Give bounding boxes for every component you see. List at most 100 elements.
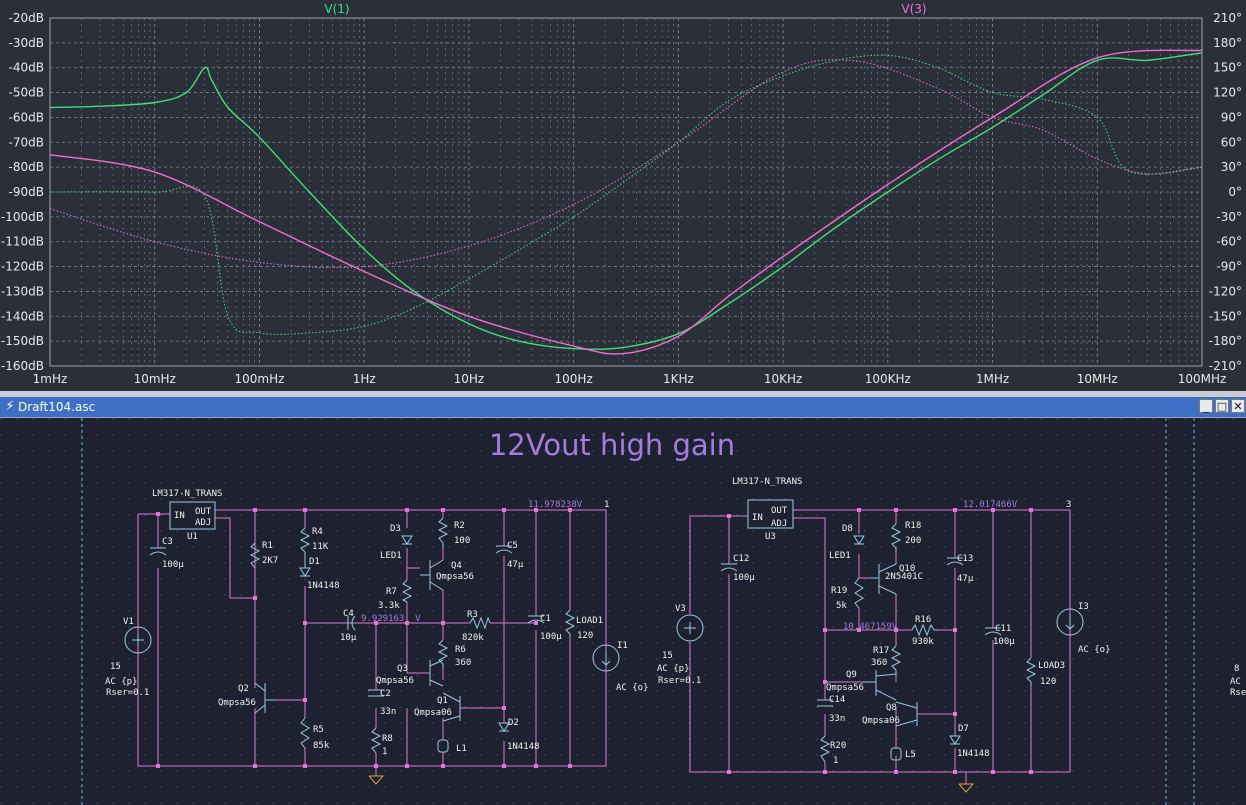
svg-text:360: 360 [455, 658, 471, 668]
svg-text:C1: C1 [540, 614, 551, 624]
y-left-tick-label: -130dB [1, 284, 44, 298]
svg-text:D1: D1 [309, 557, 320, 567]
svg-text:LM317-N_TRANS: LM317-N_TRANS [152, 489, 222, 499]
y-left-tick-label: -70dB [9, 135, 44, 149]
y-right-tick-label: 30° [1221, 160, 1242, 174]
svg-text:120: 120 [577, 631, 593, 641]
svg-text:100µ: 100µ [733, 573, 755, 583]
y-left-tick-label: -160dB [1, 359, 44, 373]
y-right-tick-label: 120° [1213, 86, 1242, 100]
svg-text:3.3k: 3.3k [378, 601, 400, 611]
window-title: Draft104.asc [18, 400, 96, 414]
svg-text:C3: C3 [162, 537, 173, 547]
svg-text:Qmpsa56: Qmpsa56 [218, 698, 256, 708]
svg-text:C14: C14 [829, 695, 845, 705]
svg-text:33n: 33n [380, 707, 396, 717]
schematic-heading[interactable]: 12Vout high gain [489, 428, 735, 462]
svg-text:Qmpsa06: Qmpsa06 [862, 716, 900, 726]
svg-text:IN: IN [174, 511, 185, 521]
trace-v1-phase [49, 54, 1203, 335]
x-tick-label: 1KHz [663, 372, 694, 386]
svg-text:100: 100 [454, 536, 470, 546]
svg-text:820k: 820k [462, 633, 484, 643]
svg-text:Q4: Q4 [451, 561, 462, 571]
schematic-grid [0, 418, 1246, 805]
svg-text:2K7: 2K7 [262, 556, 278, 566]
svg-text:1: 1 [604, 500, 609, 510]
svg-text:R19: R19 [831, 586, 847, 596]
schematic-window-titlebar[interactable]: ⚡ Draft104.asc _ □ ✕ [0, 397, 1246, 418]
svg-text:C4: C4 [343, 609, 354, 619]
svg-text:930k: 930k [912, 637, 934, 647]
svg-text:R2: R2 [454, 521, 465, 531]
trace-label-v3[interactable]: V(3) [901, 2, 926, 16]
y-left-tick-label: -150dB [1, 334, 44, 348]
y-left-tick-label: -110dB [1, 235, 44, 249]
svg-text:Qmpsa56: Qmpsa56 [826, 683, 864, 693]
x-tick-label: 10Hz [454, 372, 485, 386]
svg-text:LED1: LED1 [829, 551, 851, 561]
svg-text:1N4148: 1N4148 [507, 742, 540, 752]
svg-text:47µ: 47µ [507, 560, 524, 570]
svg-text:AC {p}: AC {p} [105, 677, 138, 687]
svg-text:LED1: LED1 [380, 551, 402, 561]
svg-text:120: 120 [1040, 677, 1056, 687]
bode-plot[interactable]: V(1) V(3) -20dB -30dB -40dB -50dB -60dB -70dB… [0, 0, 1246, 391]
y-right-tick-label: -210° [1209, 359, 1242, 373]
y-right-tick-label: 90° [1221, 110, 1242, 124]
svg-text:10µ: 10µ [340, 633, 357, 643]
svg-text:R16: R16 [915, 615, 931, 625]
x-tick-label: 1mHz [33, 372, 68, 386]
restore-button[interactable]: □ [1215, 399, 1229, 413]
svg-text:I3: I3 [1078, 602, 1089, 612]
x-tick-label: 10MHz [1077, 372, 1118, 386]
waveform-plot-pane[interactable]: V(1) V(3) -20dB -30dB -40dB -50dB -60dB -70dB… [0, 0, 1246, 391]
svg-text:Q9: Q9 [846, 670, 857, 680]
minimize-button[interactable]: _ [1199, 399, 1213, 413]
x-tick-label: 100mHz [234, 372, 284, 386]
svg-text:Rser=0.1: Rser=0.1 [106, 688, 149, 698]
svg-text:100µ: 100µ [162, 560, 184, 570]
schematic-svg[interactable]: 12Vout high gain LM317-N_TRANS IN OUT AD… [0, 418, 1246, 805]
svg-text:R3: R3 [467, 610, 478, 620]
svg-text:11.978238V: 11.978238V [528, 500, 583, 510]
y-left-tick-label: -40dB [9, 61, 44, 75]
svg-text:C2: C2 [380, 689, 391, 699]
svg-text:Qmpsa56: Qmpsa56 [376, 676, 414, 686]
y-left-tick-label: -60dB [9, 110, 44, 124]
y-left-tick-label: -80dB [9, 160, 44, 174]
svg-text:9.929163 V: 9.929163 V [361, 614, 421, 624]
trace-v3-phase [49, 59, 1203, 269]
svg-text:R6: R6 [455, 645, 466, 655]
x-axis-ticks: 1mHz 10mHz 100mHz 1Hz 10Hz 100Hz 1KHz 10KHz 100K… [33, 372, 1227, 386]
svg-text:8: 8 [1234, 664, 1239, 674]
y-right-tick-label: -90° [1216, 260, 1242, 274]
svg-text:ADJ: ADJ [771, 519, 787, 529]
svg-text:100µ: 100µ [540, 632, 562, 642]
y-right-tick-label: 0° [1228, 185, 1242, 199]
schematic-canvas[interactable]: 12Vout high gain LM317-N_TRANS IN OUT AD… [0, 418, 1246, 805]
svg-text:Rse: Rse [1230, 688, 1246, 698]
svg-text:R17: R17 [873, 646, 889, 656]
svg-text:Q1: Q1 [437, 696, 448, 706]
svg-text:IN: IN [752, 513, 763, 523]
y-right-tick-label: -150° [1209, 309, 1242, 323]
svg-text:AC {p}: AC {p} [657, 664, 690, 674]
ltspice-icon: ⚡ [5, 399, 15, 414]
close-button[interactable]: ✕ [1231, 399, 1245, 413]
y-left-tick-label: -140dB [1, 309, 44, 323]
x-tick-label: 1MHz [976, 372, 1009, 386]
y-left-tick-label: -120dB [1, 260, 44, 274]
y-right-tick-label: 210° [1213, 11, 1242, 25]
svg-text:11K: 11K [312, 542, 329, 552]
y-right-tick-label: -60° [1216, 235, 1242, 249]
svg-text:R20: R20 [830, 741, 846, 751]
svg-text:R7: R7 [386, 587, 397, 597]
y-right-tick-label: -30° [1216, 210, 1242, 224]
svg-text:1N4148: 1N4148 [957, 749, 990, 759]
y-left-tick-label: -30dB [9, 36, 44, 50]
y-right-tick-label: -120° [1209, 284, 1242, 298]
svg-text:C12: C12 [733, 554, 749, 564]
y-axis-right-ticks: 210° 180° 150° 120° 90° 60° 30° 0° -30° -60° -90° -… [1209, 11, 1242, 373]
trace-label-v1[interactable]: V(1) [324, 2, 349, 16]
